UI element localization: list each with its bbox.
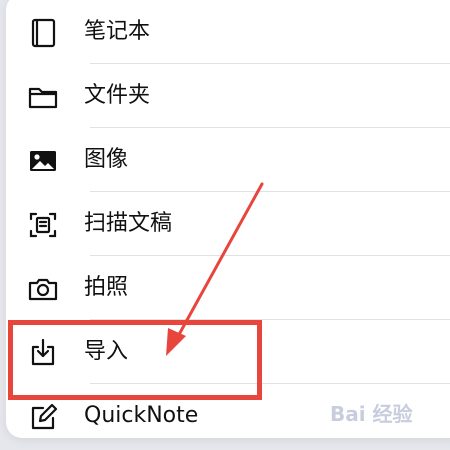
annotation-arrow [166,182,264,356]
watermark-logo: Bai 经验 [330,392,448,432]
watermark-text: Bai 经验 [330,402,413,426]
screenshot-stage: 笔记本 文件夹 图像 扫描文稿 拍照 导入 QuickNote Bai 经验 [0,0,450,450]
